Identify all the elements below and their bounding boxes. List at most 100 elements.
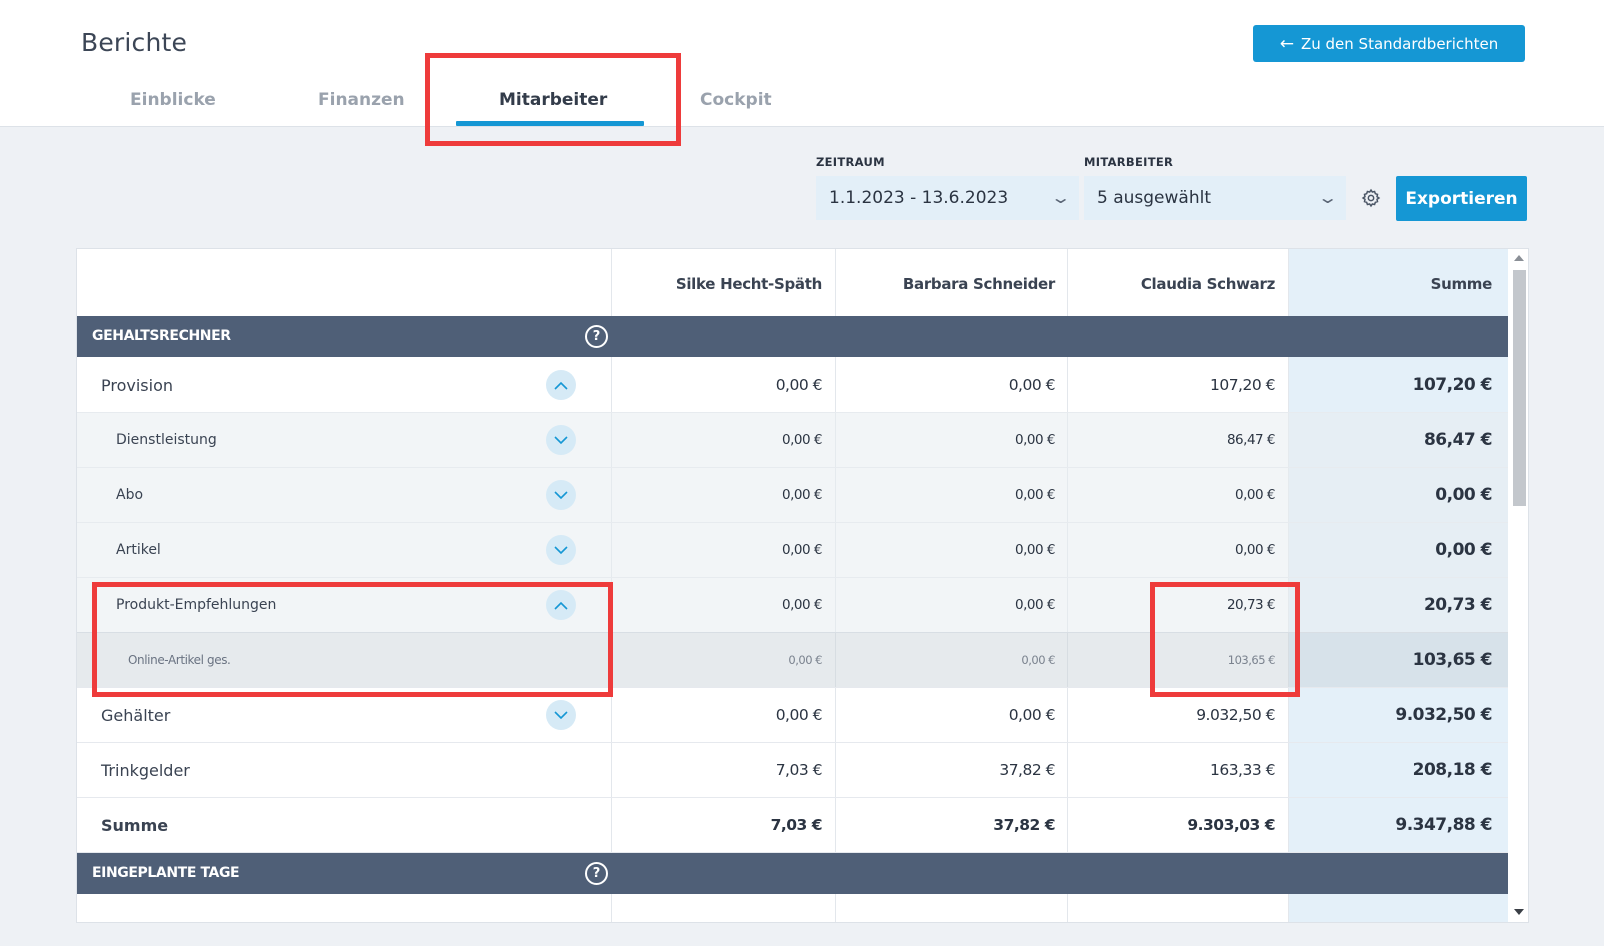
value-cell: 7,03 € [770, 816, 823, 834]
sum-cell: 208,18 € [1412, 760, 1493, 780]
sum-cell: 0,00 € [1435, 485, 1492, 505]
sum-cell: 103,65 € [1412, 650, 1493, 670]
value-cell: 20,73 € [1226, 597, 1276, 613]
value-cell: 0,00 € [1015, 542, 1055, 558]
tab-mitarbeiter[interactable]: Mitarbeiter [499, 90, 607, 110]
chevron-down-icon [554, 490, 568, 499]
mitarbeiter-value: 5 ausgewählt [1097, 188, 1212, 208]
value-cell: 9.032,50 € [1196, 706, 1275, 724]
expand-toggle[interactable] [546, 425, 576, 455]
expand-toggle[interactable] [546, 480, 576, 510]
section-eingeplante-tage: EINGEPLANTE TAGE ? [77, 853, 1508, 894]
sum-cell: 20,73 € [1423, 595, 1493, 615]
sum-cell: 9.347,88 € [1395, 815, 1492, 835]
zeitraum-value: 1.1.2023 - 13.6.2023 [829, 188, 1009, 208]
table-row-provision: Provision 0,00 € 0,00 € 107,20 € 107,20 … [77, 357, 1508, 413]
row-label: Trinkgelder [101, 760, 190, 780]
value-cell: 107,20 € [1209, 376, 1276, 394]
chevron-down-icon [554, 545, 568, 554]
sum-cell: 0,00 € [1435, 540, 1492, 560]
column-header-barbara: Barbara Schneider [902, 275, 1055, 293]
section-title: GEHALTSRECHNER [92, 328, 231, 344]
row-label: Dienstleistung [116, 432, 217, 448]
row-label: Abo [116, 487, 144, 503]
scrollbar-thumb[interactable] [1513, 270, 1526, 506]
column-header-silke: Silke Hecht-Späth [675, 275, 822, 293]
standard-reports-button[interactable]: ← Zu den Standardberichten [1253, 25, 1525, 62]
standard-reports-button-label: Zu den Standardberichten [1300, 34, 1499, 53]
mitarbeiter-label: MITARBEITER [1084, 155, 1174, 169]
export-button[interactable]: Exportieren [1396, 176, 1527, 221]
expand-toggle[interactable] [546, 700, 576, 730]
zeitraum-label: ZEITRAUM [816, 155, 885, 169]
table-row-summe: Summe 7,03 € 37,82 € 9.303,03 € 9.347,88… [77, 797, 1508, 853]
arrow-left-icon: ← [1279, 33, 1294, 54]
value-cell: 0,00 € [775, 376, 823, 394]
column-header-summe: Summe [1430, 275, 1493, 293]
table-row-produkt-empfehlungen: Produkt-Empfehlungen 0,00 € 0,00 € 20,73… [77, 577, 1508, 633]
row-label: Produkt-Empfehlungen [116, 597, 277, 613]
collapse-toggle[interactable] [546, 590, 576, 620]
table-scrollbar[interactable] [1508, 249, 1528, 922]
tab-einblicke[interactable]: Einblicke [130, 90, 216, 110]
sum-cell: 9.032,50 € [1395, 705, 1492, 725]
help-icon[interactable]: ? [585, 862, 608, 885]
table-row-online-artikel: Online-Artikel ges. 0,00 € 0,00 € 103,65… [77, 632, 1508, 688]
value-cell: 103,65 € [1227, 653, 1276, 667]
value-cell: 0,00 € [782, 487, 822, 503]
value-cell: 0,00 € [1235, 542, 1275, 558]
expand-toggle[interactable] [546, 535, 576, 565]
chevron-down-icon [554, 435, 568, 444]
value-cell: 9.303,03 € [1187, 816, 1275, 834]
value-cell: 0,00 € [1021, 653, 1055, 667]
table-row-trinkgelder: Trinkgelder 7,03 € 37,82 € 163,33 € 208,… [77, 742, 1508, 798]
value-cell: 0,00 € [782, 542, 822, 558]
value-cell: 0,00 € [782, 432, 822, 448]
chevron-down-icon: ⌄ [1316, 188, 1339, 207]
table-row-artikel: Artikel 0,00 € 0,00 € 0,00 € 0,00 € [77, 522, 1508, 578]
section-gehaltsrechner: GEHALTSRECHNER ? [77, 316, 1508, 357]
section-title: EINGEPLANTE TAGE [92, 865, 240, 881]
value-cell: 0,00 € [788, 653, 822, 667]
help-icon[interactable]: ? [585, 325, 608, 348]
chevron-up-icon [554, 601, 568, 610]
scroll-up-arrow-icon[interactable] [1514, 255, 1524, 261]
value-cell: 0,00 € [1008, 706, 1056, 724]
settings-button[interactable] [1350, 176, 1392, 220]
page-title: Berichte [81, 28, 188, 57]
row-label: Artikel [116, 542, 161, 558]
value-cell: 0,00 € [1008, 376, 1056, 394]
value-cell: 0,00 € [1015, 432, 1055, 448]
value-cell: 7,03 € [775, 761, 823, 779]
row-label: Online-Artikel ges. [128, 653, 231, 667]
value-cell: 0,00 € [1015, 597, 1055, 613]
collapse-toggle[interactable] [546, 370, 576, 400]
row-label: Provision [101, 375, 174, 395]
chevron-down-icon: ⌄ [1049, 188, 1072, 207]
zeitraum-select[interactable]: 1.1.2023 - 13.6.2023 ⌄ [816, 176, 1079, 220]
employee-report-table: Silke Hecht-Späth Barbara Schneider Clau… [76, 248, 1529, 923]
row-label: Gehälter [101, 705, 171, 725]
scroll-down-arrow-icon[interactable] [1514, 909, 1524, 915]
column-header-claudia: Claudia Schwarz [1140, 275, 1275, 293]
value-cell: 37,82 € [999, 761, 1055, 779]
row-label: Summe [101, 815, 169, 835]
table-row-abo: Abo 0,00 € 0,00 € 0,00 € 0,00 € [77, 467, 1508, 523]
gear-icon [1361, 188, 1381, 208]
value-cell: 0,00 € [782, 597, 822, 613]
value-cell: 163,33 € [1209, 761, 1276, 779]
chevron-down-icon [554, 710, 568, 719]
page-header: Berichte ← Zu den Standardberichten Einb… [0, 0, 1604, 127]
tab-cockpit[interactable]: Cockpit [700, 90, 772, 110]
value-cell: 0,00 € [1235, 487, 1275, 503]
table-row-dienstleistung: Dienstleistung 0,00 € 0,00 € 86,47 € 86,… [77, 412, 1508, 468]
value-cell: 86,47 € [1226, 432, 1276, 448]
chevron-up-icon [554, 381, 568, 390]
value-cell: 0,00 € [775, 706, 823, 724]
active-tab-indicator [456, 121, 644, 126]
table-row-gehaelter: Gehälter 0,00 € 0,00 € 9.032,50 € 9.032,… [77, 687, 1508, 743]
mitarbeiter-select[interactable]: 5 ausgewählt ⌄ [1084, 176, 1346, 220]
tab-finanzen[interactable]: Finanzen [318, 90, 405, 110]
value-cell: 37,82 € [993, 816, 1055, 834]
sum-cell: 107,20 € [1412, 375, 1493, 395]
